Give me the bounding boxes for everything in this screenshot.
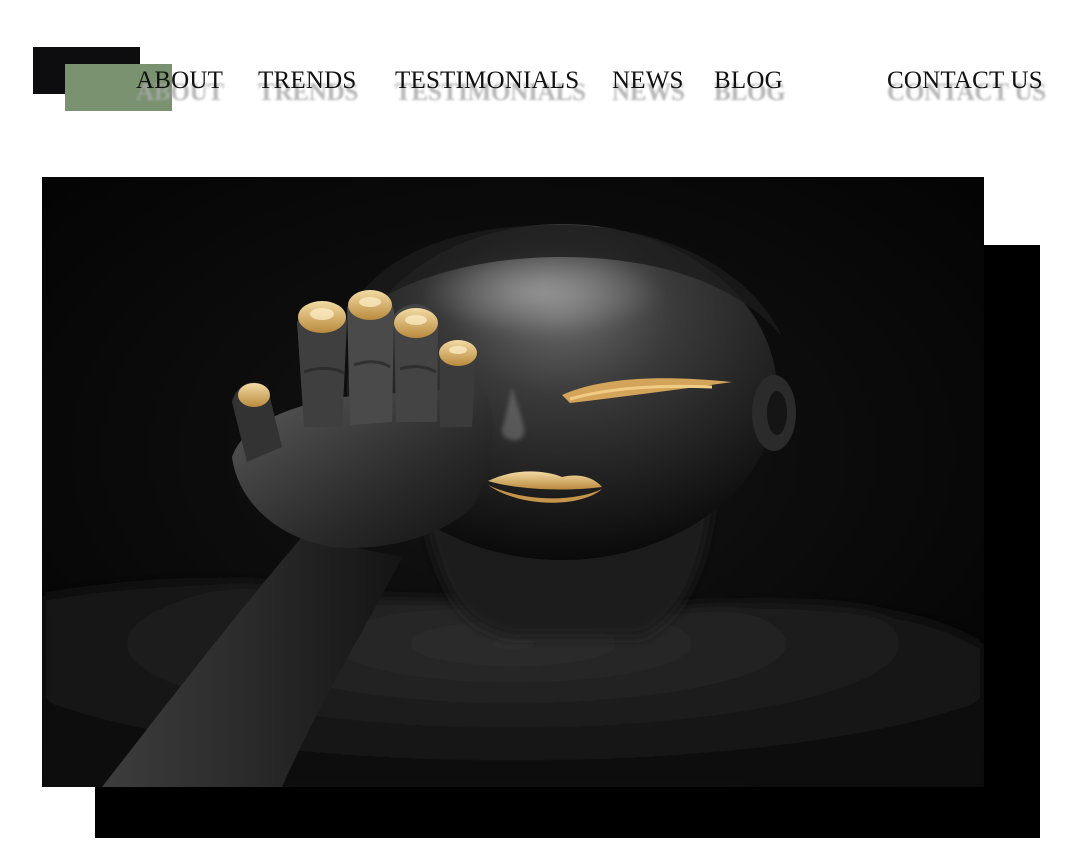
nav-link-about-label: ABOUT — [136, 67, 224, 94]
nav-link-news-label: NEWS — [612, 67, 684, 94]
nav-link-blog-label: BLOG — [714, 67, 783, 94]
portrait-illustration — [42, 177, 984, 787]
nav-link-contact-us[interactable]: CONTACT US CONTACT US — [887, 66, 1046, 106]
nav-link-blog[interactable]: BLOG BLOG — [714, 66, 786, 106]
nav-link-about[interactable]: ABOUT ABOUT — [136, 66, 224, 106]
nav-link-testimonials-label: TESTIMONIALS — [395, 67, 580, 94]
nav-link-contact-us-label: CONTACT US — [887, 67, 1043, 94]
nav-link-news[interactable]: NEWS NEWS — [612, 66, 685, 106]
hero-image — [42, 177, 984, 787]
nav-link-trends-label: TRENDS — [258, 67, 357, 94]
nav-link-testimonials[interactable]: TESTIMONIALS TESTIMONIALS — [395, 66, 586, 106]
nav-link-trends[interactable]: TRENDS TRENDS — [258, 66, 358, 106]
